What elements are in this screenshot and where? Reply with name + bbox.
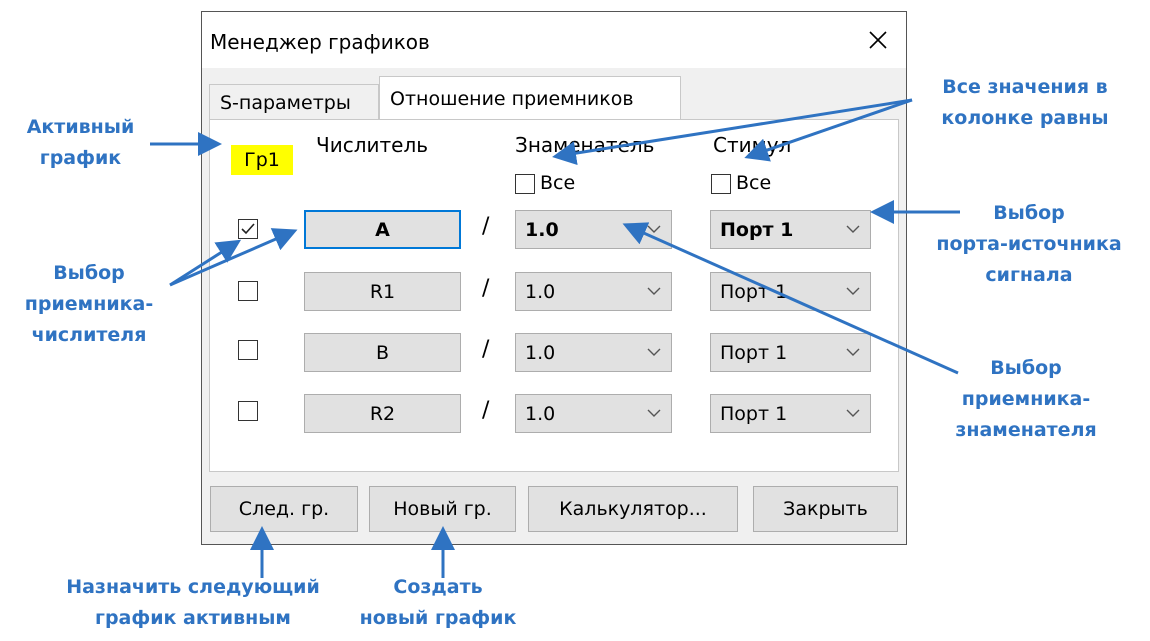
arrow-numerator-button (169, 228, 298, 287)
arrow-all-denominator (552, 98, 913, 166)
arrow-all-stimulus (744, 98, 913, 162)
arrow-denominator-select (622, 222, 959, 375)
annotation-arrows (150, 98, 960, 578)
arrow-numerator-checkbox (169, 239, 242, 287)
